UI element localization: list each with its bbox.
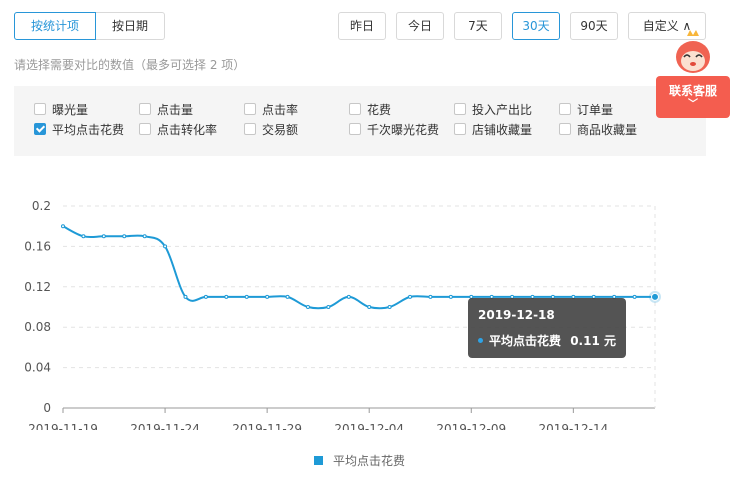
y-tick-label: 0.08 [24,320,51,334]
contact-service-label: 联系客服 [668,84,717,98]
legend-swatch [314,456,323,465]
by-date-button[interactable]: 按日期 [96,12,166,40]
metric-label: 商品收藏量 [577,122,638,137]
metric-option[interactable]: 点击量 [139,101,193,117]
range-30d-button[interactable]: 30天 [512,12,560,40]
metric-label: 千次曝光花费 [367,122,440,137]
metric-checkbox[interactable] [34,103,46,115]
data-point [387,305,392,309]
by-metric-button[interactable]: 按统计项 [14,12,97,40]
metric-option[interactable]: 点击转化率 [139,121,217,137]
y-tick-label: 0.2 [32,199,51,213]
range-today-button[interactable]: 今日 [396,12,444,40]
chart-legend[interactable]: 平均点击花费 [314,452,405,469]
metric-checkbox[interactable] [139,123,151,135]
metric-label: 投入产出比 [472,102,533,117]
data-point [224,294,229,299]
data-point [183,294,188,299]
tooltip-series-name: 平均点击花费 [489,334,562,348]
x-tick-label: 2019-11-24 [130,422,200,430]
data-point [448,294,453,299]
tooltip-value: 0.11 元 [570,334,616,348]
data-point [203,294,208,299]
metric-checkbox[interactable] [244,103,256,115]
x-tick-label: 2019-12-09 [436,422,506,430]
data-point [142,234,147,239]
metric-option[interactable]: 订单量 [559,101,613,117]
contact-service-button[interactable]: 联系客服 ﹀ [656,76,730,118]
tooltip-date: 2019-12-18 [478,308,555,322]
data-point [244,294,249,299]
data-point [346,294,351,299]
x-tick-label: 2019-11-29 [232,422,302,430]
compare-hint: 请选择需要对比的数值（最多可选择 2 项） [14,58,246,72]
metric-option[interactable]: 千次曝光花费 [349,121,439,137]
range-yesterday-button[interactable]: 昨日 [338,12,386,40]
range-90d-button[interactable]: 90天 [570,12,618,40]
metric-option[interactable]: 商品收藏量 [559,121,637,137]
data-point [285,294,290,299]
metric-option[interactable]: 投入产出比 [454,101,532,117]
metric-label: 点击量 [157,102,194,117]
view-toggle: 按统计项 按日期 [14,12,166,40]
metric-checkbox[interactable] [454,123,466,135]
top-toolbar: 按统计项 按日期 昨日 今日 7天 30天 90天 自定义 ∧ [0,0,730,48]
series-line [62,225,655,310]
data-point [101,234,106,239]
range-7d-button[interactable]: 7天 [454,12,502,40]
metric-option[interactable]: 店铺收藏量 [454,121,532,137]
metric-checkbox[interactable] [559,103,571,115]
metric-checkbox[interactable] [349,123,361,135]
metric-option[interactable]: 花费 [349,101,391,117]
metric-label: 点击率 [262,102,299,117]
x-tick-label: 2019-12-14 [538,422,608,430]
chevron-down-icon: ﹀ [688,99,698,110]
metric-checkbox[interactable] [139,103,151,115]
data-point [122,234,127,239]
tooltip-series-dot [478,338,483,343]
data-point [632,294,637,299]
legend-label: 平均点击花费 [333,454,406,468]
metric-selector: 曝光量 点击量 点击率 花费 投入产出比 订单量平均点击花费 点击转化率 交易额 千次曝光花费 店… [14,86,706,156]
x-tick-label: 2019-11-19 [28,422,98,430]
metric-label: 订单量 [577,102,614,117]
metric-label: 点击转化率 [157,122,218,137]
metric-option[interactable]: 平均点击花费 [34,121,124,137]
metric-label: 平均点击花费 [52,122,125,137]
metric-checkbox[interactable] [34,123,46,135]
metric-option[interactable]: 点击率 [244,101,298,117]
metric-option[interactable]: 曝光量 [34,101,88,117]
highlight-point [651,292,659,301]
metric-checkbox[interactable] [349,103,361,115]
y-tick-label: 0.12 [24,280,51,294]
metric-checkbox[interactable] [559,123,571,135]
metric-label: 花费 [367,102,392,117]
data-point [61,224,65,229]
chart-tooltip: 2019-12-18 平均点击花费 0.11 元 [468,298,626,358]
customer-service-widget[interactable]: 联系客服 ﹀ [656,30,730,120]
metric-option[interactable]: 交易额 [244,121,298,137]
metric-label: 曝光量 [52,102,89,117]
data-point [163,244,168,249]
data-point [408,294,413,299]
data-point [428,294,433,299]
metric-label: 交易额 [262,122,299,137]
data-point [326,305,331,309]
y-tick-label: 0.04 [24,361,51,375]
y-tick-label: 0.16 [24,239,51,253]
metric-checkbox[interactable] [454,103,466,115]
metric-checkbox[interactable] [244,123,256,135]
data-point [265,294,270,299]
metric-label: 店铺收藏量 [472,122,533,137]
data-point [367,305,372,309]
x-tick-label: 2019-12-04 [334,422,404,430]
data-point [305,305,310,309]
y-tick-label: 0 [43,401,51,415]
data-point [81,234,86,239]
mascot-icon [676,30,710,73]
